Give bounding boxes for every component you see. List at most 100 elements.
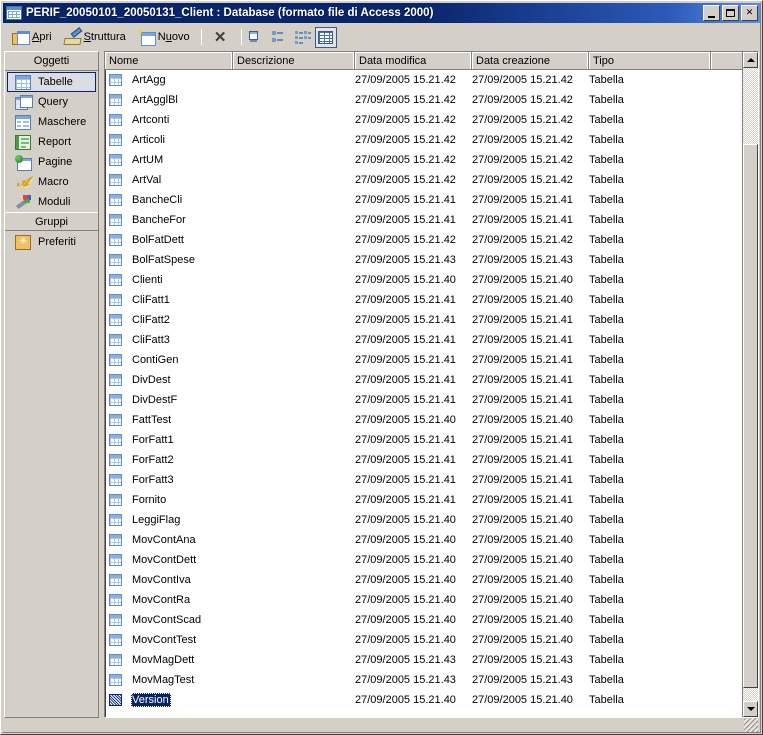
sidebar-item-maschere[interactable]: Maschere xyxy=(7,112,96,132)
cell-tipo: Tabella xyxy=(589,314,624,326)
cell-tipo: Tabella xyxy=(589,194,624,206)
table-object-icon xyxy=(109,694,122,706)
cell-nome: MovContDett xyxy=(105,553,233,567)
scrollbar-track[interactable] xyxy=(743,68,758,701)
table-name-label: ForFatt3 xyxy=(132,474,174,486)
table-row[interactable]: MovContIva 27/09/2005 15.21.40 27/09/2005 … xyxy=(105,570,758,590)
view-details-button[interactable] xyxy=(314,26,337,48)
sidebar-item-pagine[interactable]: Pagine xyxy=(7,152,96,172)
table-row[interactable]: Articoli 27/09/2005 15.21.42 27/09/2005 15… xyxy=(105,130,758,150)
new-button[interactable]: Nuovo xyxy=(133,27,195,48)
table-row[interactable]: Version 27/09/2005 15.21.40 27/09/2005 15.… xyxy=(105,690,758,710)
column-header-data-modifica[interactable]: Data modifica xyxy=(355,52,472,69)
cell-data-creazione: 27/09/2005 15.21.40 xyxy=(472,294,573,306)
cell-data-creazione: 27/09/2005 15.21.40 xyxy=(472,594,573,606)
table-row[interactable]: LeggiFlag 27/09/2005 15.21.40 27/09/2005 1… xyxy=(105,510,758,530)
maximize-button[interactable] xyxy=(722,5,739,21)
table-row[interactable]: CliFatt2 27/09/2005 15.21.41 27/09/2005 15… xyxy=(105,310,758,330)
title-bar[interactable]: PERIF_20050101_20050131_Client : Databas… xyxy=(3,3,760,23)
table-row[interactable]: ForFatt1 27/09/2005 15.21.41 27/09/2005 15… xyxy=(105,430,758,450)
table-row[interactable]: MovContAna 27/09/2005 15.21.40 27/09/2005 … xyxy=(105,530,758,550)
table-row[interactable]: FattTest 27/09/2005 15.21.40 27/09/2005 15… xyxy=(105,410,758,430)
design-ruler-pencil-icon xyxy=(64,30,81,45)
table-row[interactable]: ArtVal 27/09/2005 15.21.42 27/09/2005 15.2… xyxy=(105,170,758,190)
table-name-label: MovContDett xyxy=(132,554,197,566)
resize-grip[interactable] xyxy=(744,718,758,732)
scrollbar-thumb[interactable] xyxy=(743,143,758,689)
sidebar-item-moduli[interactable]: Moduli xyxy=(7,192,96,212)
table-row[interactable]: CliFatt3 27/09/2005 15.21.41 27/09/2005 15… xyxy=(105,330,758,350)
column-header-nome[interactable]: Nome xyxy=(105,52,233,69)
cell-data-modifica: 27/09/2005 15.21.43 xyxy=(355,254,456,266)
design-button[interactable]: Struttura xyxy=(59,27,131,48)
table-row[interactable]: ForFatt2 27/09/2005 15.21.41 27/09/2005 15… xyxy=(105,450,758,470)
scroll-down-arrow-icon xyxy=(746,707,755,711)
sidebar-item-preferiti[interactable]: Preferiti xyxy=(7,232,96,252)
sidebar-item-query[interactable]: Query xyxy=(7,92,96,112)
sidebar-item-tabelle[interactable]: Tabelle xyxy=(7,72,96,92)
sidebar-item-label: Moduli xyxy=(38,196,71,208)
table-name-label: ForFatt2 xyxy=(132,454,174,466)
table-row[interactable]: BancheCli 27/09/2005 15.21.41 27/09/2005 1… xyxy=(105,190,758,210)
table-row[interactable]: BancheFor 27/09/2005 15.21.41 27/09/2005 1… xyxy=(105,210,758,230)
cell-tipo: Tabella xyxy=(589,154,624,166)
cell-data-modifica: 27/09/2005 15.21.41 xyxy=(355,334,456,346)
table-row[interactable]: BolFatDett 27/09/2005 15.21.42 27/09/2005 … xyxy=(105,230,758,250)
table-row[interactable]: ArtUM 27/09/2005 15.21.42 27/09/2005 15.21… xyxy=(105,150,758,170)
table-row[interactable]: MovMagTest 27/09/2005 15.21.43 27/09/2005 … xyxy=(105,670,758,690)
view-large-icons-button[interactable] xyxy=(246,27,268,48)
view-list-button[interactable] xyxy=(292,27,314,48)
cell-nome: MovContTest xyxy=(105,633,233,647)
database-toolbar: Apri Struttura Nuovo ✕ xyxy=(3,25,760,49)
table-name-label: CliFatt1 xyxy=(132,294,170,306)
table-row[interactable]: MovContDett 27/09/2005 15.21.40 27/09/2005… xyxy=(105,550,758,570)
cell-data-creazione: 27/09/2005 15.21.40 xyxy=(472,574,573,586)
table-row[interactable]: ArtAgg 27/09/2005 15.21.42 27/09/2005 15.2… xyxy=(105,70,758,90)
table-row[interactable]: ArtAgglBl 27/09/2005 15.21.42 27/09/2005 1… xyxy=(105,90,758,110)
table-row[interactable]: DivDest 27/09/2005 15.21.41 27/09/2005 15.… xyxy=(105,370,758,390)
cell-nome: BolFatSpese xyxy=(105,253,233,267)
cell-tipo: Tabella xyxy=(589,134,624,146)
table-row[interactable]: ForFatt3 27/09/2005 15.21.41 27/09/2005 15… xyxy=(105,470,758,490)
column-header-tipo[interactable]: Tipo xyxy=(589,52,711,69)
cell-tipo: Tabella xyxy=(589,434,624,446)
table-object-icon xyxy=(109,454,122,466)
table-row[interactable]: MovContTest 27/09/2005 15.21.40 27/09/2005… xyxy=(105,630,758,650)
close-button[interactable]: ✕ xyxy=(741,5,758,21)
open-button[interactable]: Apri xyxy=(7,27,57,48)
report-icon xyxy=(15,134,31,150)
table-row[interactable]: Fornito 27/09/2005 15.21.41 27/09/2005 15.… xyxy=(105,490,758,510)
table-object-icon xyxy=(109,194,122,206)
table-row[interactable]: CliFatt1 27/09/2005 15.21.41 27/09/2005 15… xyxy=(105,290,758,310)
cell-data-creazione: 27/09/2005 15.21.41 xyxy=(472,194,573,206)
column-header-descrizione[interactable]: Descrizione xyxy=(233,52,355,69)
table-name-label: BolFatDett xyxy=(132,234,184,246)
sidebar-item-report[interactable]: Report xyxy=(7,132,96,152)
table-row[interactable]: Clienti 27/09/2005 15.21.40 27/09/2005 15.… xyxy=(105,270,758,290)
table-row[interactable]: MovMagDett 27/09/2005 15.21.43 27/09/2005 … xyxy=(105,650,758,670)
table-object-icon xyxy=(109,254,122,266)
cell-data-creazione: 27/09/2005 15.21.40 xyxy=(472,534,573,546)
cell-data-creazione: 27/09/2005 15.21.42 xyxy=(472,154,573,166)
table-row[interactable]: BolFatSpese 27/09/2005 15.21.43 27/09/2005… xyxy=(105,250,758,270)
table-row[interactable]: ContiGen 27/09/2005 15.21.41 27/09/2005 15… xyxy=(105,350,758,370)
view-small-icons-button[interactable] xyxy=(269,27,291,48)
minimize-button[interactable] xyxy=(703,5,720,21)
sidebar-item-macro[interactable]: 𝓐 Macro xyxy=(7,172,96,192)
scroll-up-button[interactable] xyxy=(743,52,758,68)
delete-button[interactable]: ✕ xyxy=(206,27,235,48)
cell-nome: LeggiFlag xyxy=(105,513,233,527)
cell-tipo: Tabella xyxy=(589,374,624,386)
cell-tipo: Tabella xyxy=(589,294,624,306)
scroll-down-button[interactable] xyxy=(743,701,758,717)
cell-data-modifica: 27/09/2005 15.21.41 xyxy=(355,314,456,326)
vertical-scrollbar[interactable] xyxy=(742,52,758,717)
table-row[interactable]: DivDestF 27/09/2005 15.21.41 27/09/2005 15… xyxy=(105,390,758,410)
column-header-data-creazione[interactable]: Data creazione xyxy=(472,52,589,69)
table-row[interactable]: Artconti 27/09/2005 15.21.42 27/09/2005 15… xyxy=(105,110,758,130)
table-row[interactable]: MovContScad 27/09/2005 15.21.40 27/09/2005… xyxy=(105,610,758,630)
cell-data-modifica: 27/09/2005 15.21.42 xyxy=(355,94,456,106)
table-object-icon xyxy=(109,434,122,446)
table-row[interactable]: MovContRa 27/09/2005 15.21.40 27/09/2005 1… xyxy=(105,590,758,610)
view-details-icon xyxy=(318,30,334,44)
